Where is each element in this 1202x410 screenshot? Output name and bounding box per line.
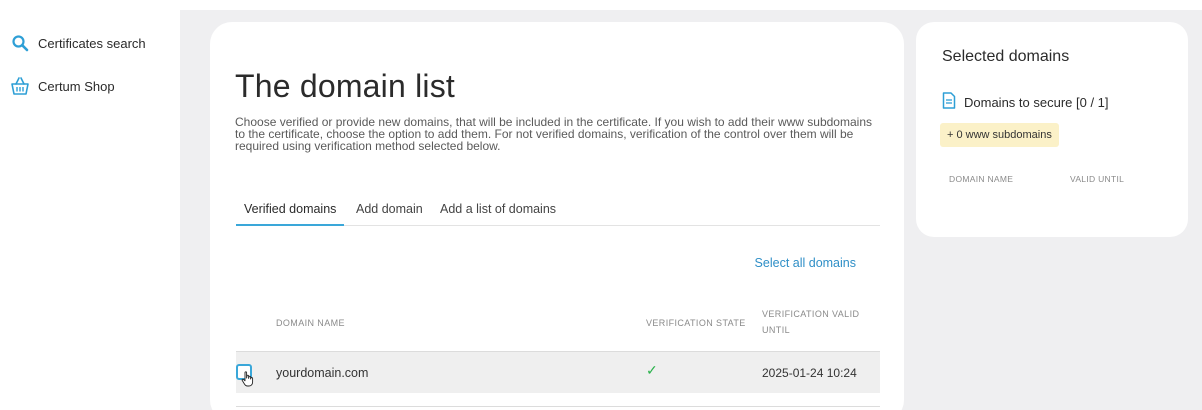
verified-check-icon: ✓ <box>646 362 658 378</box>
column-header-verification-valid-until: VERIFICATION VALID UNTIL <box>762 309 860 335</box>
domains-to-secure: Domains to secure [0 / 1] <box>942 92 1109 112</box>
tab-bar: Verified domains Add domain Add a list o… <box>236 200 880 226</box>
select-all-domains-link[interactable]: Select all domains <box>755 256 856 270</box>
sidebar-item-label: Certum Shop <box>38 78 115 94</box>
hand-cursor-icon <box>241 371 255 387</box>
side-column-header-domain-name: DOMAIN NAME <box>949 174 1014 184</box>
column-header-domain-name: DOMAIN NAME <box>276 318 345 328</box>
page-description: Choose verified or provide new domains, … <box>235 115 872 153</box>
side-column-header-valid-until: VALID UNTIL <box>1070 174 1125 184</box>
domain-list-card: The domain list Choose verified or provi… <box>210 22 904 410</box>
row-divider <box>236 406 880 407</box>
document-icon <box>942 92 956 112</box>
www-subdomains-badge: + 0 www subdomains <box>940 123 1059 147</box>
basket-icon <box>10 76 30 96</box>
selected-domains-title: Selected domains <box>942 48 1070 65</box>
selected-domains-card: Selected domains Domains to secure [0 / … <box>916 22 1188 237</box>
table-row[interactable]: yourdomain.com ✓ 2025-01-24 10:24 <box>236 351 880 393</box>
tab-verified-domains[interactable]: Verified domains <box>236 200 345 226</box>
sidebar: Certificates search Certum Shop <box>0 0 180 410</box>
sidebar-item-label: Certificates search <box>38 35 146 51</box>
domains-to-secure-label: Domains to secure [0 / 1] <box>964 94 1109 110</box>
domain-name-cell: yourdomain.com <box>276 366 369 380</box>
sidebar-item-certificates-search[interactable]: Certificates search <box>10 33 146 53</box>
tab-add-domain[interactable]: Add domain <box>348 200 431 226</box>
search-icon <box>10 33 30 53</box>
tab-add-list-of-domains[interactable]: Add a list of domains <box>432 200 564 226</box>
column-header-verification-state: VERIFICATION STATE <box>646 318 746 328</box>
valid-until-cell: 2025-01-24 10:24 <box>762 366 857 380</box>
sidebar-item-certum-shop[interactable]: Certum Shop <box>10 76 115 96</box>
page-title: The domain list <box>235 68 455 104</box>
